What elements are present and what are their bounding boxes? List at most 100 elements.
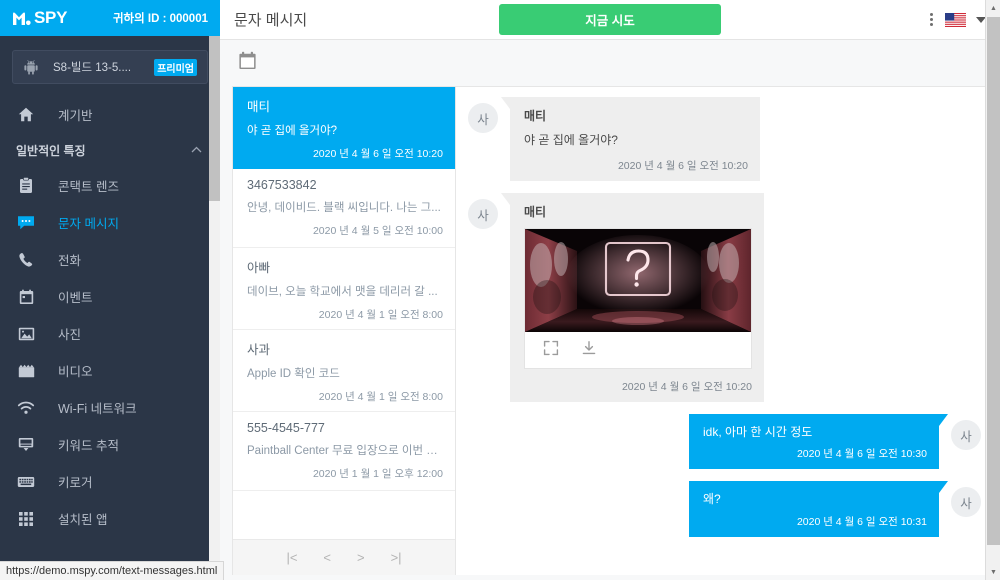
conversation-time: 2020 년 4 월 1 일 오전 8:00 [318, 391, 443, 403]
content-area: 매티 야 곧 집에 올거야? 2020 년 4 월 6 일 오전 10:20 3… [220, 40, 1000, 580]
pagination-last[interactable]: >| [391, 550, 402, 565]
message-bubble[interactable]: 왜? 2020 년 4 월 6 일 오전 10:31 [689, 481, 948, 537]
avatar: 사 [468, 199, 498, 230]
conversation-preview: 안녕, 데이비드. 블랙 씨입니다. 나는 그... [247, 202, 441, 214]
us-flag-icon[interactable] [945, 12, 966, 27]
android-icon [23, 59, 39, 75]
conversation-list-filler [233, 491, 455, 539]
conversation-item-1[interactable]: 3467533842 안녕, 데이비드. 블랙 씨입니다. 나는 그... 20… [233, 169, 455, 248]
sidebar-section-general-features[interactable]: 일반적인 특징 [0, 133, 220, 167]
toolbar-row [220, 40, 1000, 86]
message-row: 왜? 2020 년 4 월 6 일 오전 10:31 사 [462, 481, 981, 537]
message-bubble[interactable]: 매티 야 곧 집에 올거야? 2020 년 4 월 6 일 오전 10:20 [501, 97, 760, 182]
sidebar-item-keylogger[interactable]: 키로거 [0, 463, 220, 500]
conversation-name: 3467533842 [247, 178, 317, 192]
device-selector[interactable]: S8-빌드 13-5.... 프리미엄 [12, 50, 208, 84]
browser-scrollbar-thumb[interactable] [987, 17, 1000, 545]
panes: 매티 야 곧 집에 올거야? 2020 년 4 월 6 일 오전 10:20 3… [220, 86, 1000, 575]
conversation-time: 2020 년 4 월 5 일 오전 10:00 [312, 225, 443, 237]
sidebar-item-label: 전화 [58, 254, 82, 268]
photo-icon [16, 325, 36, 343]
sidebar-scrollbar[interactable] [209, 36, 220, 580]
calendar-icon[interactable] [238, 51, 257, 75]
conversation-name: 아빠 [247, 261, 271, 275]
conversation-list: 매티 야 곧 집에 올거야? 2020 년 4 월 6 일 오전 10:20 3… [232, 86, 456, 575]
status-bar-url: https://demo.mspy.com/text-messages.html [6, 565, 218, 577]
sidebar-item-label: 비디오 [58, 365, 93, 379]
status-bar: https://demo.mspy.com/text-messages.html [0, 561, 225, 580]
conversation-preview: 데이브, 오늘 학교에서 맷을 데리러 갈 ... [247, 286, 438, 298]
phone-icon [16, 251, 36, 269]
conversation-item-3[interactable]: 사과 Apple ID 확인 코드 2020 년 4 월 1 일 오전 8:00 [233, 330, 455, 412]
sidebar-item-wifi[interactable]: Wi-Fi 네트워크 [0, 389, 220, 426]
sidebar-item-videos[interactable]: 비디오 [0, 352, 220, 389]
sidebar-item-keyword-tracking[interactable]: 키워드 추적 [0, 426, 220, 463]
more-vertical-icon[interactable] [928, 11, 935, 28]
logo-text: SPY [34, 8, 68, 27]
conversation-item-0[interactable]: 매티 야 곧 집에 올거야? 2020 년 4 월 6 일 오전 10:20 [233, 87, 455, 169]
chevron-up-icon [191, 145, 202, 156]
scroll-up-arrow-icon[interactable]: ▲ [986, 0, 1000, 16]
conversation-name: 사과 [247, 343, 271, 357]
conversation-item-2[interactable]: 아빠 데이브, 오늘 학교에서 맷을 데리러 갈 ... 2020 년 4 월 … [233, 248, 455, 330]
home-icon [16, 106, 36, 124]
conversation-time: 2020 년 4 월 6 일 오전 10:20 [312, 148, 443, 160]
sidebar-item-events[interactable]: 이벤트 [0, 278, 220, 315]
apps-grid-icon [16, 510, 36, 528]
sidebar-item-photos[interactable]: 사진 [0, 315, 220, 352]
scroll-down-arrow-icon[interactable]: ▼ [986, 564, 1000, 580]
keyboard-icon [16, 473, 36, 491]
chat-thread: 사 매티 야 곧 집에 올거야? 2020 년 4 월 6 일 오전 10:20… [456, 86, 1000, 575]
conversation-items: 매티 야 곧 집에 올거야? 2020 년 4 월 6 일 오전 10:20 3… [233, 87, 455, 539]
conversation-time: 2020 년 4 월 1 일 오전 8:00 [318, 309, 443, 321]
sidebar-item-installed-apps[interactable]: 설치된 앱 [0, 500, 220, 537]
sidebar-item-label: 사진 [58, 328, 82, 342]
message-sender: 매티 [524, 205, 547, 220]
expand-icon[interactable] [543, 340, 559, 361]
sidebar-scrollbar-thumb[interactable] [209, 36, 220, 201]
keyword-icon [16, 436, 36, 454]
avatar: 사 [468, 103, 498, 133]
pagination-prev[interactable]: < [323, 550, 331, 565]
wifi-icon [16, 399, 36, 417]
sidebar-logo-bar: SPY 귀하의 ID : 000001 [0, 0, 220, 36]
message-time: 2020 년 4 월 6 일 오전 10:20 [621, 381, 752, 394]
sidebar-item-label: 콘택트 렌즈 [58, 180, 119, 194]
conversation-preview: Apple ID 확인 코드 [247, 368, 340, 380]
calendar-icon [16, 288, 36, 306]
conversation-name: 555-4545-777 [247, 421, 325, 435]
chat-messages: 사 매티 야 곧 집에 올거야? 2020 년 4 월 6 일 오전 10:20… [462, 87, 981, 537]
avatar: 사 [951, 487, 981, 518]
conversation-preview: Paintball Center 무료 입장으로 이번 여... [247, 445, 443, 457]
sidebar-item-calls[interactable]: 전화 [0, 241, 220, 278]
sidebar-item-contacts[interactable]: 콘택트 렌즈 [0, 167, 220, 204]
message-bubble[interactable]: idk, 아마 한 시간 정도 2020 년 4 월 6 일 오전 10:30 [689, 414, 948, 470]
sidebar-item-text-messages[interactable]: 문자 메시지 [0, 204, 220, 241]
message-image[interactable] [525, 229, 751, 333]
user-id-label: 귀하의 ID : 000001 [112, 13, 208, 25]
pagination-next[interactable]: > [357, 550, 365, 565]
conversation-name: 매티 [247, 100, 271, 114]
media-actions [525, 332, 751, 368]
top-bar: 문자 메시지 지금 시도 [220, 0, 1000, 40]
message-bubble[interactable]: 매티 2020 년 4 월 6 일 오전 10:20 [501, 193, 764, 403]
sidebar-item-label: 설치된 앱 [58, 513, 108, 527]
sidebar-item-label: 키워드 추적 [58, 439, 119, 453]
sidebar-section-label: 일반적인 특징 [16, 143, 86, 158]
conversation-item-4[interactable]: 555-4545-777 Paintball Center 무료 입장으로 이번… [233, 412, 455, 491]
message-row: idk, 아마 한 시간 정도 2020 년 4 월 6 일 오전 10:30 … [462, 414, 981, 470]
browser-scrollbar[interactable]: ▲ ▼ [985, 0, 1000, 580]
sidebar-item-label: 문자 메시지 [58, 217, 119, 231]
sidebar-item-dashboard[interactable]: 계기반 [0, 96, 220, 133]
try-now-button[interactable]: 지금 시도 [499, 4, 721, 35]
conversation-time: 2020 년 1 월 1 일 오후 12:00 [312, 468, 443, 480]
download-icon[interactable] [581, 340, 597, 361]
sidebar-item-label: Wi-Fi 네트워크 [58, 402, 137, 416]
app-root: SPY 귀하의 ID : 000001 S8-빌드 13-5.... 프리미엄 … [0, 0, 1000, 580]
device-name: S8-빌드 13-5.... [53, 62, 132, 74]
sidebar-item-label: 이벤트 [58, 291, 93, 305]
main-area: 문자 메시지 지금 시도 매티 야 곧 집에 올거야? 2020 년 4 월 6… [220, 0, 1000, 580]
pagination-first[interactable]: |< [286, 550, 297, 565]
contacts-icon [16, 177, 36, 195]
mspy-logo[interactable]: SPY [12, 8, 67, 28]
